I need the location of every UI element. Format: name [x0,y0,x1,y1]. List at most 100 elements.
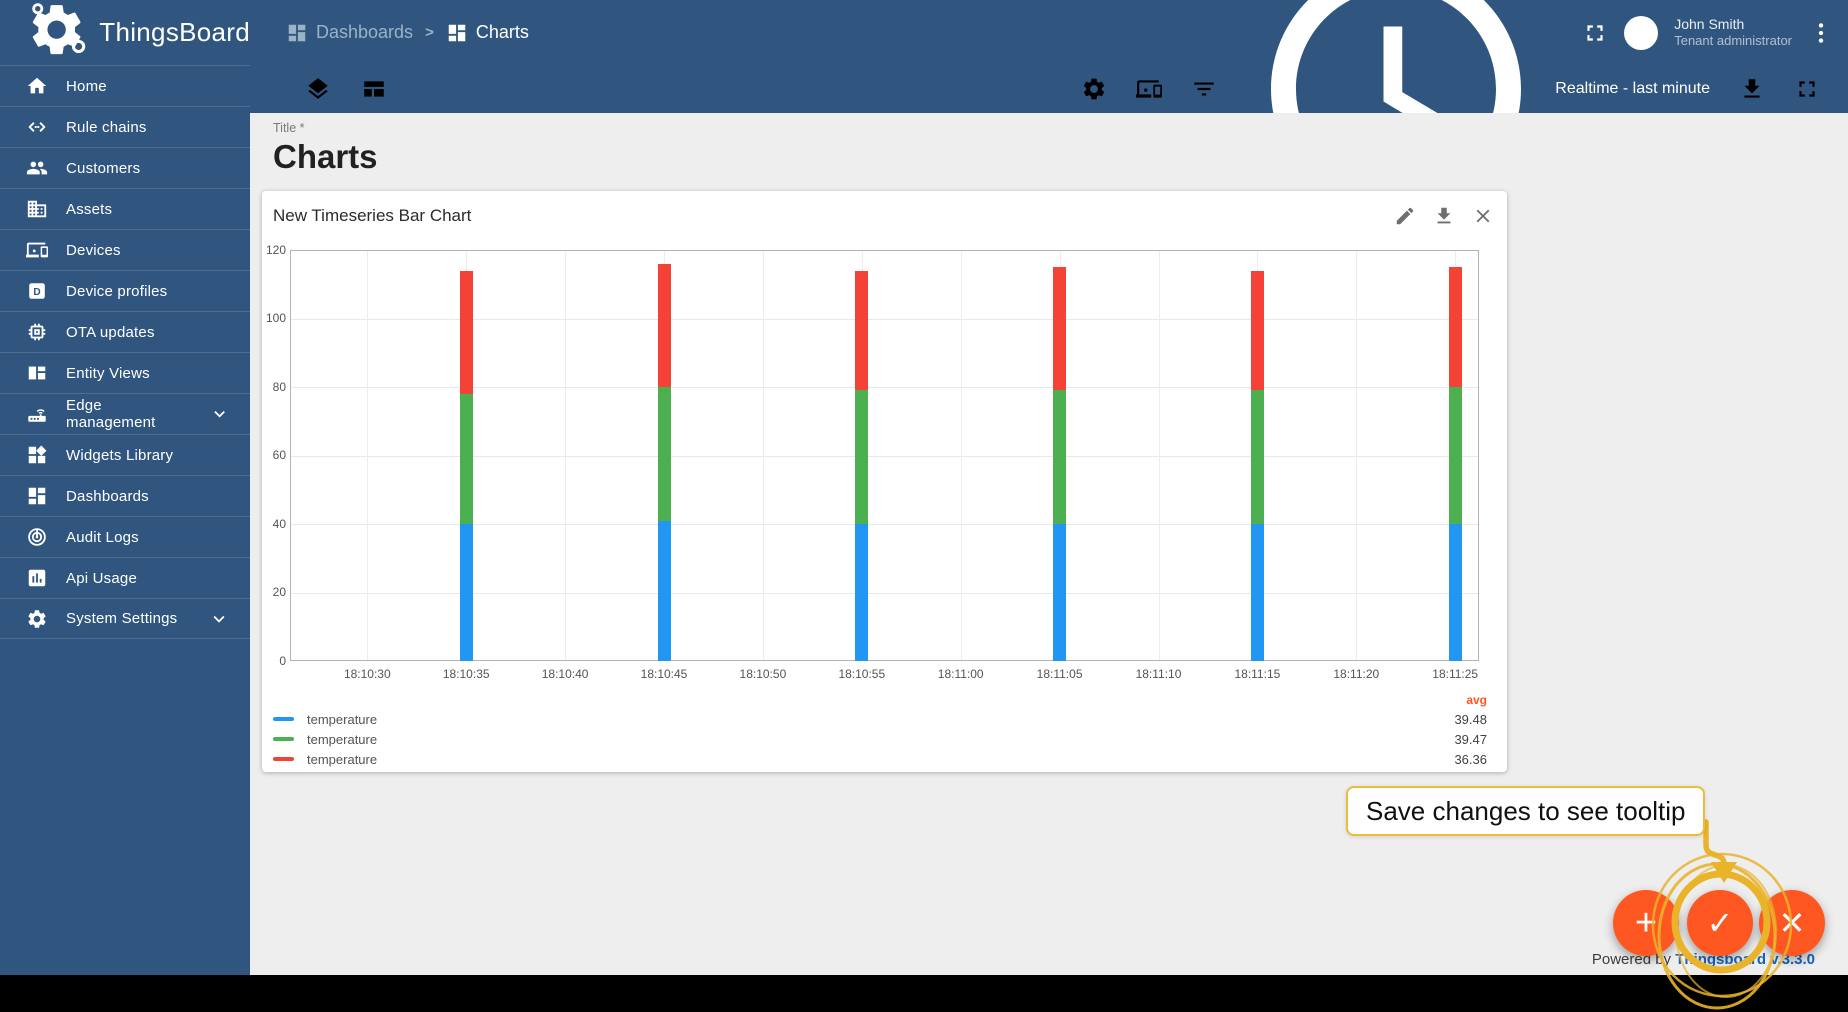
legend-avg-value: 39.48 [1454,711,1487,727]
bar-segment [1250,524,1264,661]
sidebar-item-api-usage[interactable]: Api Usage [0,557,250,598]
bar-segment [1053,267,1067,391]
breadcrumb-item-charts[interactable]: Charts [446,22,529,44]
x-axis-tick: 18:10:30 [343,667,391,681]
filter-icon[interactable] [1191,76,1217,102]
add-widget-fab-button[interactable]: + [1613,890,1679,956]
cancel-edit-fab-button[interactable]: ✕ [1759,890,1825,956]
dashboard-content: Title * Charts New Timeseries Bar Chart … [250,113,1848,975]
bar-segment [459,393,473,524]
edit-icon [1394,205,1416,227]
sidebar-item-label: Assets [66,200,113,218]
app-logo[interactable]: ThingsBoard [0,0,250,65]
x-axis-tick: 18:11:25 [1432,667,1479,681]
api-usage-icon [26,567,48,589]
assets-icon [26,198,48,220]
sidebar-item-device-profiles[interactable]: D Device profiles [0,270,250,311]
dashboards-icon [26,485,48,507]
legend-color-dash [273,757,294,761]
sidebar-item-widgets-library[interactable]: Widgets Library [0,434,250,475]
widget-download-button[interactable] [1433,205,1455,227]
dashboard-title-label: Title * [273,121,305,135]
x-axis-tick: 18:11:10 [1135,667,1182,681]
y-axis-tick: 0 [279,653,286,668]
widget-title: New Timeseries Bar Chart [273,206,472,225]
legend-avg-value: 36.36 [1454,751,1487,767]
bottom-black-strip [0,975,1848,1012]
x-axis-tick: 18:11:20 [1333,667,1380,681]
audit-logs-icon [26,526,48,548]
widget-edit-button[interactable] [1394,205,1416,227]
settings-icon[interactable] [1081,76,1107,102]
sidebar-item-assets[interactable]: Assets [0,188,250,229]
legend-agg-header: avg [1466,693,1487,707]
sidebar-item-edge-management[interactable]: Edge management [0,393,250,434]
bar-segment [657,387,671,521]
sidebar-item-audit-logs[interactable]: Audit Logs [0,516,250,557]
page-title[interactable]: Charts [273,138,1836,176]
breadcrumb-separator: > [425,24,434,41]
legend-avg-value: 39.47 [1454,731,1487,747]
y-axis-tick: 60 [272,448,286,462]
bar-segment [459,524,473,661]
bar-segment [459,270,473,394]
x-axis-tick: 18:10:50 [739,667,787,681]
save-dashboard-fab-button[interactable]: ✓ [1687,890,1753,956]
sidebar-item-label: Edge management [66,397,156,431]
bar-segment [855,524,869,661]
fullscreen-icon[interactable] [1794,76,1820,102]
dashboard-toolbar: Realtime - last minute [250,0,1848,214]
sidebar: ThingsBoard Home Rule chains Customers Asse… [0,0,250,975]
bar-segment [657,263,671,387]
sidebar-item-entity-views[interactable]: Entity Views [0,352,250,393]
legend-header-row: avg [273,691,1487,709]
timeseries-bar-chart: 0 20 40 60 80 100 120 18:10:30 18:10:35 18:10:40 1… [262,227,1507,682]
layers-icon[interactable] [305,76,331,102]
sidebar-item-rule-chains[interactable]: Rule chains [0,106,250,147]
gridline [565,251,567,660]
legend-row: temperature 36.36 [273,749,1487,769]
gridline [367,251,369,660]
widget-actions [1394,205,1494,227]
breadcrumb-item-dashboards[interactable]: Dashboards [286,22,413,44]
widgets-library-icon [26,444,48,466]
app-title: ThingsBoard [99,17,250,47]
device-profiles-icon: D [26,280,48,302]
y-axis-tick: 40 [272,516,286,531]
widget-card[interactable]: New Timeseries Bar Chart 0 20 40 60 80 100 120… [262,191,1507,772]
timewindow-label: Realtime - last minute [1555,80,1710,97]
y-axis-tick: 20 [272,585,286,599]
sidebar-item-label: Audit Logs [66,528,139,546]
chevron-down-icon [209,403,230,425]
thingsboard-logo-icon [26,0,87,66]
sidebar-item-label: Api Usage [66,569,138,587]
x-axis-tick: 18:10:35 [442,667,490,681]
x-axis-tick: 18:10:40 [541,667,589,681]
legend-color-dash [273,717,294,721]
sidebar-item-dashboards[interactable]: Dashboards [0,475,250,516]
sidebar-item-label: Widgets Library [66,446,174,464]
display-devices-icon[interactable] [1136,76,1163,102]
bar-segment [1053,524,1067,661]
download-icon[interactable] [1739,76,1765,102]
bar-segment [1448,387,1462,524]
gridline [762,251,764,660]
sidebar-item-home[interactable]: Home [0,65,250,106]
sidebar-item-customers[interactable]: Customers [0,147,250,188]
page-head: Title * Charts [273,119,1836,176]
y-axis-tick: 100 [265,311,286,325]
layout-icon[interactable] [361,76,387,102]
sidebar-item-system-settings[interactable]: System Settings [0,598,250,639]
x-axis-tick: 18:11:05 [1036,667,1083,681]
widget-close-button[interactable] [1472,205,1494,227]
customers-icon [26,157,48,179]
sidebar-item-devices[interactable]: Devices [0,229,250,270]
bar-segment [855,390,869,524]
sidebar-item-label: Devices [66,241,121,259]
y-axis-tick: 120 [265,242,286,257]
sidebar-item-ota-updates[interactable]: OTA updates [0,311,250,352]
sidebar-item-label: Dashboards [66,487,149,505]
bar-segment [657,520,671,661]
x-axis-tick: 18:10:55 [838,667,886,681]
breadcrumb: Dashboards > Charts [286,22,529,44]
